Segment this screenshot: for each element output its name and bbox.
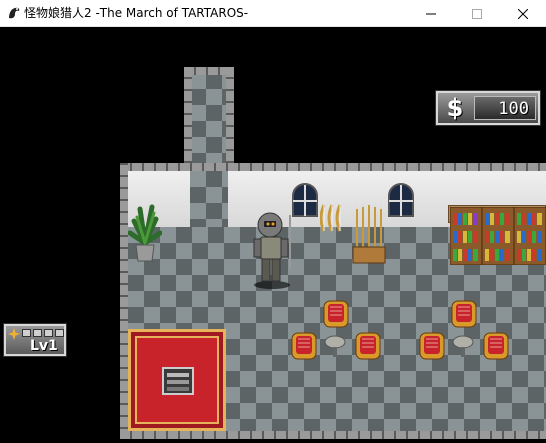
level-pip bbox=[44, 329, 53, 337]
window-titlebar[interactable]: 怪物娘猎人2 -The March of TARTAROS- bbox=[0, 0, 546, 27]
armchair[interactable] bbox=[322, 299, 350, 329]
bow-rack[interactable] bbox=[320, 203, 348, 233]
level-label: Lv1 bbox=[30, 338, 58, 354]
close-button[interactable] bbox=[500, 0, 546, 27]
app-icon bbox=[6, 5, 22, 21]
game-viewport[interactable]: $ 100 Lv1 bbox=[0, 27, 546, 443]
bookshelf[interactable] bbox=[482, 207, 514, 265]
potted-plant[interactable] bbox=[128, 203, 162, 265]
minimize-icon bbox=[426, 9, 436, 19]
room-left-wall-edge bbox=[120, 163, 128, 439]
level-pip bbox=[55, 329, 64, 337]
minimize-button[interactable] bbox=[408, 0, 454, 27]
close-icon bbox=[518, 8, 528, 19]
stair-hatch[interactable] bbox=[162, 367, 194, 395]
armchair[interactable] bbox=[290, 331, 318, 361]
spear-rack[interactable] bbox=[352, 203, 386, 265]
money-field: 100 bbox=[474, 96, 536, 120]
money-display: $ 100 bbox=[436, 91, 540, 125]
armchair[interactable] bbox=[418, 331, 446, 361]
level-pip bbox=[33, 329, 42, 337]
doorway[interactable] bbox=[190, 171, 228, 231]
armchair[interactable] bbox=[450, 299, 478, 329]
player-character[interactable] bbox=[250, 209, 296, 289]
dollar-icon: $ bbox=[446, 94, 464, 122]
round-table[interactable] bbox=[452, 335, 474, 359]
level-badge: Lv1 bbox=[4, 324, 66, 356]
star-icon bbox=[8, 328, 20, 340]
room-top-wall-edge bbox=[120, 163, 546, 171]
bookshelf[interactable] bbox=[514, 207, 546, 265]
window-title: 怪物娘猎人2 -The March of TARTAROS- bbox=[24, 6, 249, 20]
maximize-icon bbox=[472, 8, 482, 19]
round-table[interactable] bbox=[324, 335, 346, 359]
level-pips bbox=[22, 329, 64, 337]
room-bottom-wall-edge bbox=[120, 431, 546, 439]
armchair[interactable] bbox=[354, 331, 382, 361]
level-pip bbox=[22, 329, 31, 337]
maximize-button[interactable] bbox=[454, 0, 500, 27]
arched-window bbox=[388, 183, 414, 217]
money-value: 100 bbox=[498, 99, 529, 119]
bookshelf[interactable] bbox=[450, 207, 482, 265]
armchair[interactable] bbox=[482, 331, 510, 361]
